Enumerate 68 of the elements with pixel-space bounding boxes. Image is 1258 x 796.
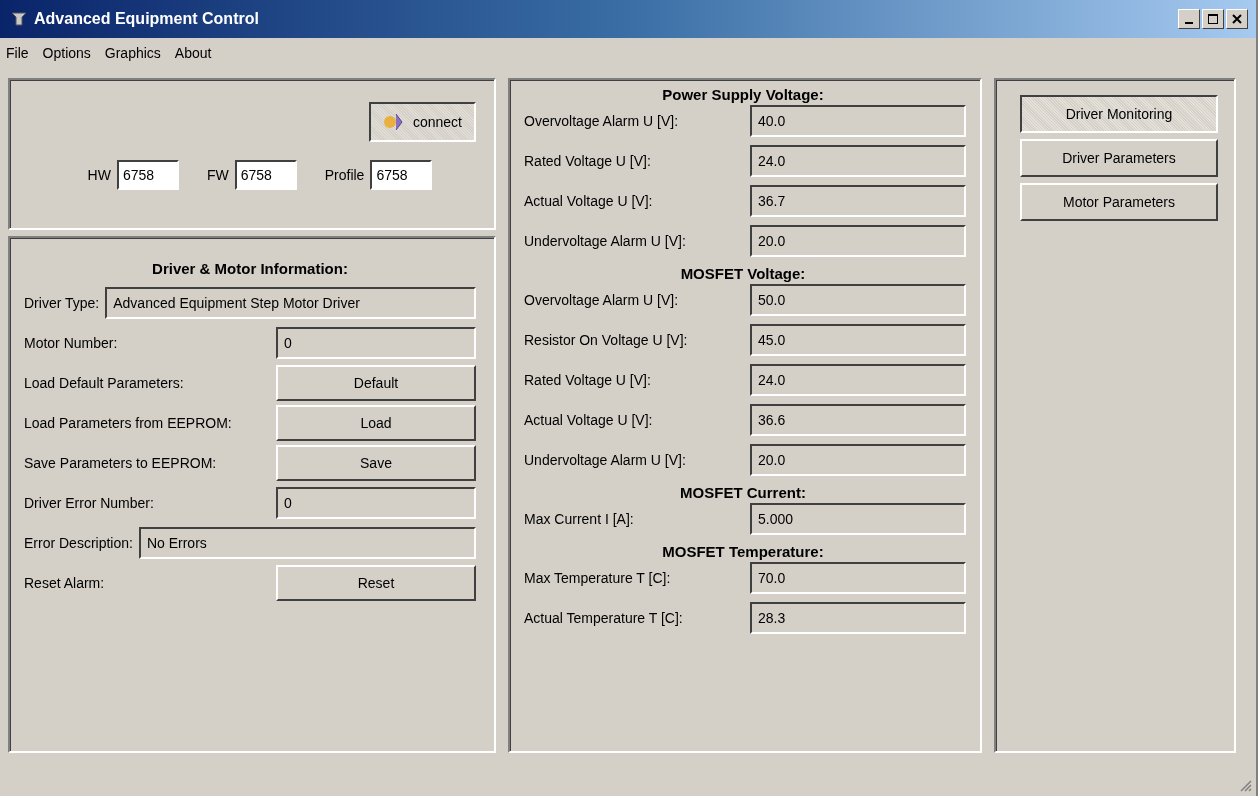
readonly-field[interactable]: 36.6 [750, 404, 966, 436]
action-button[interactable]: Load [276, 405, 476, 441]
readonly-field[interactable]: 24.0 [750, 145, 966, 177]
readonly-field[interactable]: 28.3 [750, 602, 966, 634]
section-heading: Driver & Motor Information: [151, 259, 349, 279]
field-label: Rated Voltage U [V]: [524, 372, 652, 388]
readonly-field[interactable]: Advanced Equipment Step Motor Driver [105, 287, 476, 319]
section-heading: MOSFET Voltage: [679, 264, 807, 284]
field-label: Actual Voltage U [V]: [524, 412, 654, 428]
field-label: Max Current I [A]: [524, 511, 635, 527]
field-label: Error Description: [24, 535, 134, 551]
readonly-field[interactable]: 5.000 [750, 503, 966, 535]
field-label: Profile [324, 167, 365, 183]
window-title: Advanced Equipment Control [34, 10, 260, 28]
section-heading: MOSFET Temperature: [661, 542, 825, 562]
field-label: HW [87, 167, 111, 183]
section-heading: MOSFET Current: [679, 483, 807, 503]
section-heading: Power Supply Voltage: [661, 85, 825, 105]
field-label: Actual Temperature T [C]: [524, 610, 684, 626]
readonly-field[interactable]: 24.0 [750, 364, 966, 396]
readonly-field[interactable]: No Errors [138, 527, 476, 559]
field-label: Max Temperature T [C]: [524, 570, 672, 586]
maximize-button[interactable] [1202, 9, 1224, 29]
version-field[interactable]: 6758 [370, 160, 433, 190]
minimize-icon [1185, 22, 1193, 24]
connect-button[interactable]: connect [368, 102, 476, 142]
field-label: Rated Voltage U [V]: [524, 153, 652, 169]
readonly-field[interactable]: 36.7 [750, 185, 966, 217]
readonly-field[interactable]: 70.0 [750, 562, 966, 594]
view-button[interactable]: Motor Parameters [1020, 183, 1218, 221]
field-label: FW [206, 167, 229, 183]
menu-item[interactable]: File [6, 45, 29, 61]
minimize-button[interactable] [1178, 9, 1200, 29]
menu-item[interactable]: Graphics [104, 45, 161, 61]
menu-item[interactable]: About [174, 45, 212, 61]
field-label: Undervoltage Alarm U [V]: [524, 233, 687, 249]
field-label: Motor Number: [24, 335, 119, 351]
action-button[interactable]: Save [276, 445, 476, 481]
resize-grip-icon [1238, 778, 1252, 792]
field-label: Actual Voltage U [V]: [524, 193, 654, 209]
field-label: Load Parameters from EEPROM: [24, 415, 233, 431]
menu-item[interactable]: Options [42, 45, 91, 61]
readonly-field[interactable]: 0 [276, 327, 476, 359]
readonly-field[interactable]: 0 [276, 487, 476, 519]
readonly-field[interactable]: 45.0 [750, 324, 966, 356]
close-icon [1232, 14, 1242, 24]
field-label: Overvoltage Alarm U [V]: [524, 113, 680, 129]
field-label: Reset Alarm: [24, 575, 106, 591]
field-label: Save Parameters to EEPROM: [24, 455, 218, 471]
app-icon [10, 10, 28, 28]
field-label: Resistor On Voltage U [V]: [524, 332, 689, 348]
readonly-field[interactable]: 20.0 [750, 225, 966, 257]
maximize-icon [1207, 13, 1219, 25]
field-label: Driver Type: [24, 295, 101, 311]
action-button[interactable]: Reset [276, 565, 476, 601]
field-label: Overvoltage Alarm U [V]: [524, 292, 680, 308]
view-button[interactable]: Driver Parameters [1020, 139, 1218, 177]
field-label: Load Default Parameters: [24, 375, 185, 391]
readonly-field[interactable]: 50.0 [750, 284, 966, 316]
version-field[interactable]: 6758 [116, 160, 179, 190]
action-button[interactable]: Default [276, 365, 476, 401]
close-button[interactable] [1226, 9, 1248, 29]
field-label: Undervoltage Alarm U [V]: [524, 452, 687, 468]
readonly-field[interactable]: 40.0 [750, 105, 966, 137]
version-field[interactable]: 6758 [234, 160, 297, 190]
view-button[interactable]: Driver Monitoring [1020, 95, 1218, 133]
field-label: Driver Error Number: [24, 495, 155, 511]
readonly-field[interactable]: 20.0 [750, 444, 966, 476]
